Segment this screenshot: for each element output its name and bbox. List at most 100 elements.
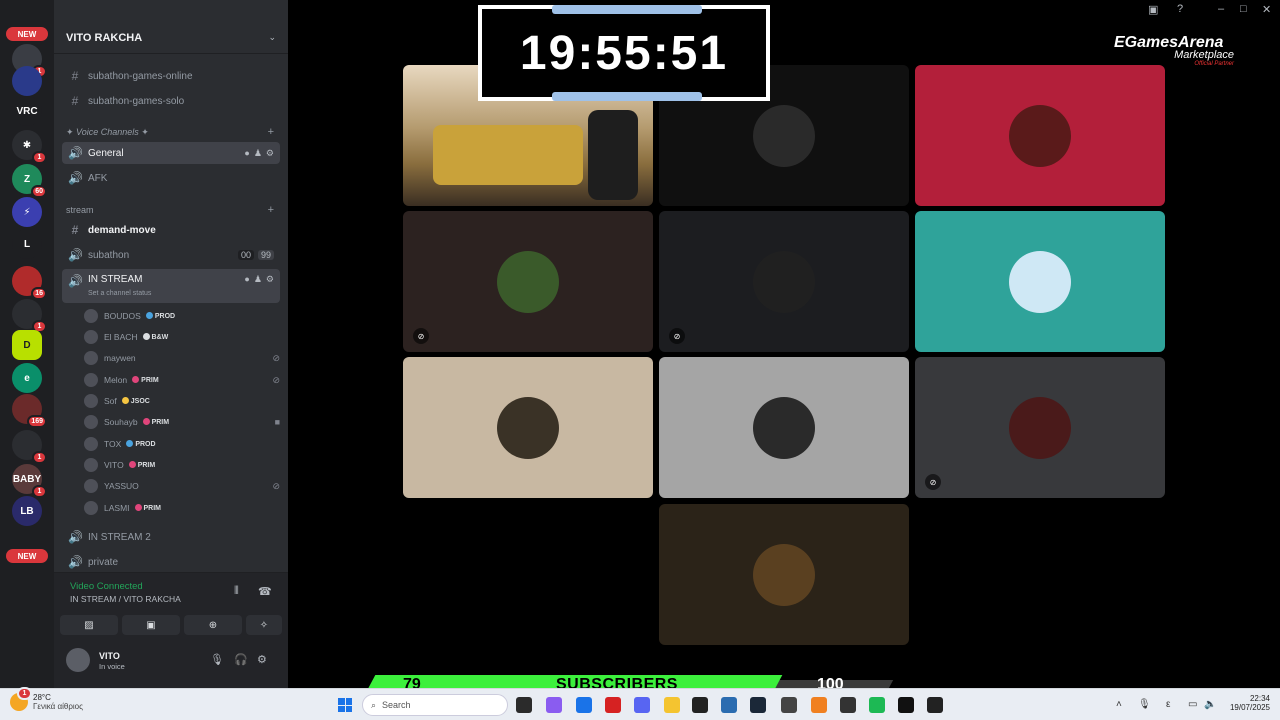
folder-icon[interactable] bbox=[664, 697, 680, 713]
soundboard-button[interactable]: ✧ bbox=[246, 615, 282, 635]
add-channel-icon[interactable]: + bbox=[268, 126, 274, 138]
server-icon[interactable] bbox=[12, 66, 42, 96]
app-icon[interactable] bbox=[927, 697, 943, 713]
participant-tile[interactable]: ⊘ bbox=[659, 211, 909, 352]
voice-channel-private[interactable]: 🔊 private bbox=[62, 551, 280, 573]
network-icon[interactable]: ▭ bbox=[1188, 699, 1197, 710]
microphone-icon[interactable]: 🎙 bbox=[1138, 699, 1151, 710]
voice-member[interactable]: TOX PROD bbox=[84, 434, 280, 454]
spotify-icon[interactable] bbox=[869, 697, 885, 713]
help-icon[interactable]: ? bbox=[1177, 3, 1183, 15]
file-explorer-icon[interactable] bbox=[516, 697, 532, 713]
channel-subathon-games-solo[interactable]: # subathon-games-solo bbox=[62, 90, 280, 112]
voice-member[interactable]: El BACH B&W bbox=[84, 327, 280, 347]
copilot-icon[interactable] bbox=[546, 697, 562, 713]
voice-member[interactable]: VITO PRIM bbox=[84, 455, 280, 475]
avatar[interactable] bbox=[66, 648, 90, 672]
invite-icon[interactable]: ♟ bbox=[254, 274, 262, 285]
taskbar-search[interactable]: ⌕ Search bbox=[362, 694, 508, 716]
gear-icon[interactable]: ⚙ bbox=[266, 274, 274, 285]
voice-channel-in-stream[interactable]: 🔊 IN STREAM ● ♟ ⚙ Set a channel status bbox=[62, 269, 280, 303]
server-icon[interactable]: 1 bbox=[12, 430, 47, 464]
app-icon[interactable] bbox=[781, 697, 797, 713]
category-stream[interactable]: stream bbox=[66, 205, 94, 215]
channel-subathon-games-online[interactable]: # subathon-games-online bbox=[62, 65, 280, 87]
channel-demand-move[interactable]: # demand-move bbox=[62, 219, 280, 241]
avatar bbox=[84, 415, 98, 429]
server-icon[interactable]: 1 bbox=[12, 299, 47, 333]
invite-icon[interactable]: ♟ bbox=[254, 148, 262, 159]
screen-share-button[interactable]: ▣ bbox=[122, 615, 180, 635]
clock[interactable]: 22:34 19/07/2025 bbox=[1230, 694, 1270, 712]
minimize-icon[interactable]: – bbox=[1218, 3, 1224, 15]
voice-channel-in-stream-2[interactable]: 🔊 IN STREAM 2 bbox=[62, 526, 280, 548]
voice-member[interactable]: Sof JSOC bbox=[84, 391, 280, 411]
volume-icon[interactable]: 🔈 bbox=[1204, 699, 1216, 710]
server-icon[interactable]: VRC bbox=[12, 96, 42, 126]
headphones-icon[interactable]: 🎧 bbox=[234, 653, 248, 666]
inbox-icon[interactable]: ▣ bbox=[1148, 3, 1158, 16]
camera-toggle-button[interactable]: ▨ bbox=[60, 615, 118, 635]
category-voice-channels[interactable]: ✦ Voice Channels ✦ bbox=[66, 127, 149, 138]
chevron-down-icon[interactable]: ⌄ bbox=[268, 32, 276, 43]
chat-icon[interactable]: ● bbox=[244, 274, 249, 285]
noise-suppression-icon[interactable]: ⦀ bbox=[234, 585, 239, 598]
chevron-up-icon[interactable]: ˄ bbox=[1116, 699, 1122, 710]
voice-member[interactable]: YASSUO ⊘ bbox=[84, 476, 280, 496]
speaker-icon: 🔊 bbox=[68, 171, 83, 185]
app-icon[interactable] bbox=[840, 697, 856, 713]
maximize-icon[interactable]: □ bbox=[1240, 3, 1247, 15]
voice-location[interactable]: IN STREAM / VITO RAKCHA bbox=[70, 594, 181, 604]
participant-tile[interactable] bbox=[915, 211, 1165, 352]
youtube-icon[interactable] bbox=[605, 697, 621, 713]
voice-channel-afk[interactable]: 🔊 AFK bbox=[62, 167, 280, 189]
participant-tile[interactable] bbox=[659, 357, 909, 498]
sun-icon: 1 bbox=[10, 687, 32, 711]
chrome-icon[interactable] bbox=[576, 697, 592, 713]
voice-channel-subathon[interactable]: 🔊 subathon 00 99 bbox=[62, 244, 280, 266]
disconnect-icon[interactable]: ☎ bbox=[258, 585, 272, 598]
capcut-icon[interactable] bbox=[898, 697, 914, 713]
voice-channel-general[interactable]: 🔊 General ● ♟ ⚙ bbox=[62, 142, 280, 164]
participant-tile[interactable] bbox=[403, 357, 653, 498]
user-name[interactable]: VITO bbox=[99, 651, 120, 661]
microphone-icon[interactable]: 🎙 bbox=[210, 653, 224, 666]
voice-member[interactable]: BOUDOS PROD bbox=[84, 306, 280, 326]
voice-member[interactable]: maywen ⊘ bbox=[84, 348, 280, 368]
add-channel-icon[interactable]: + bbox=[268, 204, 274, 216]
server-icon[interactable]: D bbox=[12, 330, 42, 360]
voice-member[interactable]: Souhayb PRIM ■ bbox=[84, 412, 280, 432]
close-icon[interactable]: ✕ bbox=[1262, 3, 1271, 16]
server-header[interactable]: VITO RAKCHA ⌄ bbox=[54, 22, 288, 54]
server-icon[interactable]: e bbox=[12, 363, 42, 393]
participant-tile[interactable] bbox=[915, 65, 1165, 206]
participant-tile[interactable]: ⊘ bbox=[403, 211, 653, 352]
server-icon[interactable]: Z 60 bbox=[12, 164, 47, 198]
server-icon[interactable]: LB bbox=[12, 496, 42, 526]
server-icon[interactable]: 169 bbox=[12, 394, 47, 428]
app-icon[interactable] bbox=[692, 697, 708, 713]
channel-status-input[interactable]: Set a channel status bbox=[88, 290, 151, 297]
server-icon[interactable]: ⚡ bbox=[12, 197, 42, 227]
start-button[interactable] bbox=[338, 698, 352, 712]
voice-member[interactable]: Melon PRIM ⊘ bbox=[84, 370, 280, 390]
user-panel: VITO In voice 🎙 🎧 ⚙ bbox=[54, 640, 288, 688]
participant-tile[interactable]: ⊘ bbox=[915, 357, 1165, 498]
weather-widget[interactable]: 1 28°C Γενικά αίθριος bbox=[10, 687, 83, 711]
server-icon[interactable]: ✱ 1 bbox=[12, 130, 47, 164]
participant-tile[interactable] bbox=[659, 504, 909, 645]
chat-icon[interactable]: ● bbox=[244, 148, 249, 159]
gear-icon[interactable]: ⚙ bbox=[257, 653, 267, 666]
server-icon[interactable]: 16 bbox=[12, 266, 47, 300]
discord-icon[interactable] bbox=[634, 697, 650, 713]
voice-member[interactable]: LASMI PRIM bbox=[84, 498, 280, 518]
app-icon[interactable] bbox=[811, 697, 827, 713]
activity-button[interactable]: ⊕ bbox=[184, 615, 242, 635]
server-icon[interactable]: L bbox=[12, 229, 42, 259]
language-indicator[interactable]: ε bbox=[1166, 699, 1170, 710]
gear-icon[interactable]: ⚙ bbox=[266, 148, 274, 159]
server-icon[interactable]: BABY 1 bbox=[12, 464, 47, 498]
app-icon[interactable] bbox=[721, 697, 737, 713]
steam-icon[interactable] bbox=[750, 697, 766, 713]
voice-status[interactable]: Video Connected bbox=[70, 581, 143, 592]
